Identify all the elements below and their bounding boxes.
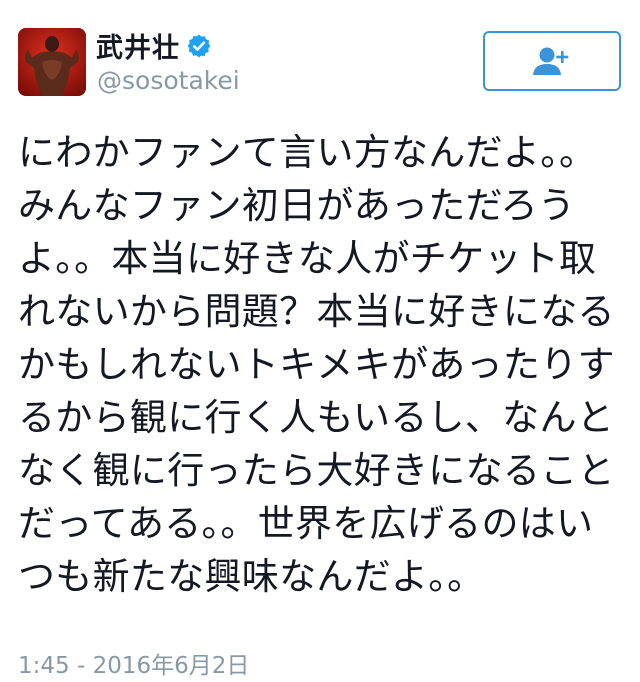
tweet-header: 武井壮 @sosotakei [0,0,640,110]
display-name[interactable]: 武井壮 [96,26,180,65]
user-handle[interactable]: @sosotakei [97,66,240,95]
tweet-timestamp[interactable]: 1:45 - 2016年6月2日 [18,646,249,680]
avatar[interactable] [18,28,86,96]
add-user-icon [533,47,569,75]
tweet-text: にわかファンて言い方なんだよ。。 みんなファン初日があっただろう よ。。本当に好… [18,131,615,598]
name-row: 武井壮 [96,26,212,65]
verified-badge-icon [186,33,212,59]
follow-button[interactable] [483,31,621,91]
avatar-image [18,28,86,96]
